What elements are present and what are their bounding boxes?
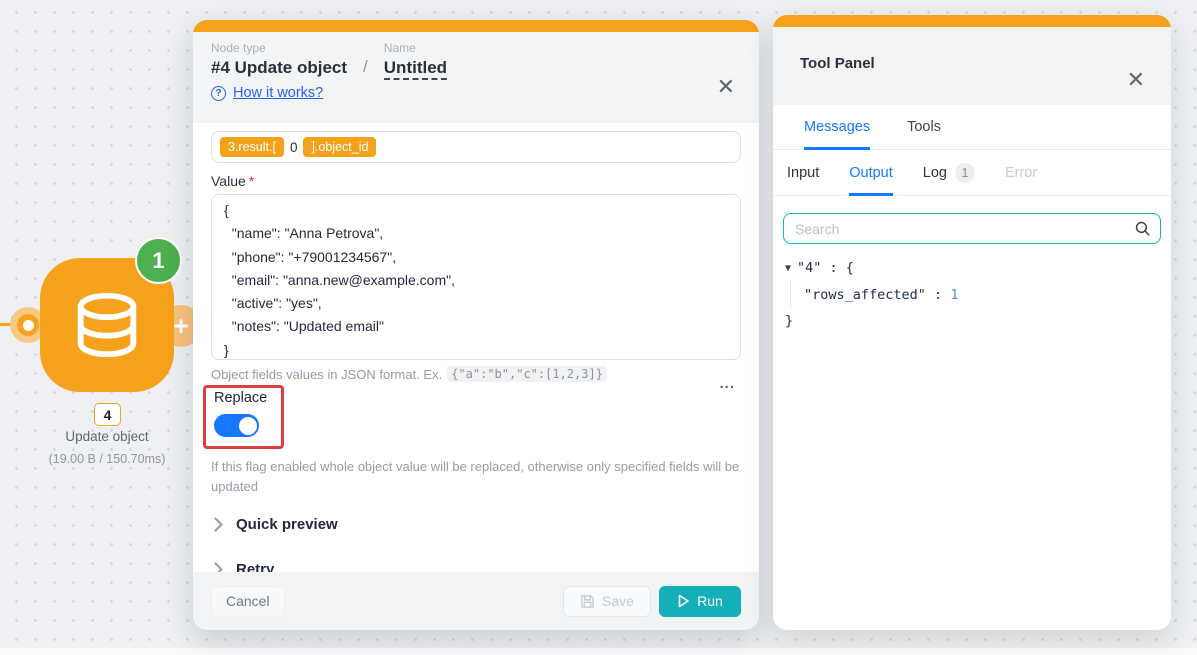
node-type-block: Node type #4 Update object: [211, 41, 347, 78]
input-port-dot: [23, 320, 34, 331]
more-options-icon[interactable]: ...: [719, 375, 735, 392]
modal-accent-bar: [193, 20, 759, 32]
required-asterisk: *: [249, 173, 254, 189]
tab-messages[interactable]: Messages: [804, 105, 870, 149]
value-json-textarea[interactable]: { "name": "Anna Petrova", "phone": "+790…: [211, 194, 741, 360]
quick-preview-label: Quick preview: [236, 516, 338, 533]
token-index[interactable]: 0: [290, 140, 298, 155]
panel-accent-bar: [773, 15, 1171, 27]
title-separator: /: [363, 57, 368, 78]
node-type-value: #4 Update object: [211, 58, 347, 78]
tool-panel-title: Tool Panel: [800, 55, 1147, 72]
replace-label: Replace: [214, 390, 267, 406]
message-subtabs: Input Output Log 1 Error: [773, 150, 1171, 196]
tree-line-close-brace: }: [785, 308, 1171, 334]
panel-tabs: Messages Tools: [773, 105, 1171, 150]
subtab-log[interactable]: Log 1: [923, 150, 975, 195]
tree-line-rows-affected: "rows_affected" : 1: [785, 282, 1171, 308]
replace-toggle[interactable]: [214, 414, 259, 437]
chevron-right-icon: [214, 517, 223, 532]
tab-tools[interactable]: Tools: [907, 105, 941, 149]
subtab-output[interactable]: Output: [849, 150, 893, 195]
subtab-error[interactable]: Error: [1005, 150, 1037, 195]
search-input[interactable]: [783, 213, 1161, 244]
tree-line-root: ▼"4" : {: [785, 255, 1171, 282]
modal-close-icon[interactable]: ✕: [717, 76, 735, 98]
database-icon: [68, 286, 146, 364]
quick-preview-section[interactable]: Quick preview: [211, 516, 741, 533]
question-circle-icon: ?: [211, 86, 226, 101]
message-count-badge[interactable]: 1: [135, 237, 182, 284]
tree-guide-line: [790, 281, 791, 308]
collapse-caret-icon[interactable]: ▼: [785, 256, 791, 282]
token-chip-right[interactable]: ].object_id: [303, 137, 376, 157]
modal-header: Node type #4 Update object / Name Untitl…: [193, 32, 759, 123]
play-icon: [677, 594, 690, 608]
node-name-editable[interactable]: Untitled: [384, 58, 447, 80]
save-button[interactable]: Save: [563, 586, 651, 617]
modal-content: 3.result.[ 0 ].object_id Value* { "name"…: [193, 123, 759, 572]
node-number-badge: 4: [94, 403, 121, 426]
tool-panel-header: Tool Panel ✕: [773, 27, 1171, 105]
value-hint-example: {"a":"b","c":[1,2,3]}: [447, 366, 607, 382]
cancel-button[interactable]: Cancel: [211, 586, 285, 617]
modal-footer: Cancel Save Run: [193, 572, 759, 630]
output-search: [783, 213, 1161, 244]
output-json-tree: ▼"4" : { "rows_affected" : 1 }: [785, 255, 1171, 334]
replace-highlight-box: Replace: [203, 385, 284, 449]
tree-value: 1: [950, 287, 958, 303]
how-it-works-link[interactable]: How it works?: [233, 85, 323, 101]
replace-hint: If this flag enabled whole object value …: [211, 457, 741, 496]
node-stats: (19.00 B / 150.70ms): [7, 452, 207, 466]
tool-panel: Tool Panel ✕ Messages Tools Input Output…: [773, 15, 1171, 630]
toggle-knob: [239, 417, 257, 435]
search-icon: [1134, 220, 1151, 237]
node-title: Update object: [17, 429, 197, 444]
run-button[interactable]: Run: [659, 586, 741, 617]
name-block: Name Untitled: [384, 41, 447, 78]
value-label: Value*: [211, 173, 741, 189]
object-id-field[interactable]: 3.result.[ 0 ].object_id: [211, 131, 741, 163]
subtab-input[interactable]: Input: [787, 150, 819, 195]
node-type-label: Node type: [211, 41, 347, 55]
value-hint: Object fields values in JSON format. Ex.…: [211, 366, 741, 382]
plus-icon: +: [173, 311, 189, 342]
update-object-modal: Node type #4 Update object / Name Untitl…: [193, 20, 759, 630]
log-count-badge: 1: [955, 163, 975, 183]
name-label: Name: [384, 41, 447, 55]
panel-close-icon[interactable]: ✕: [1127, 69, 1145, 91]
save-icon: [580, 594, 595, 609]
bottom-edge-strip: [0, 648, 1197, 655]
token-chip-left[interactable]: 3.result.[: [220, 137, 284, 157]
